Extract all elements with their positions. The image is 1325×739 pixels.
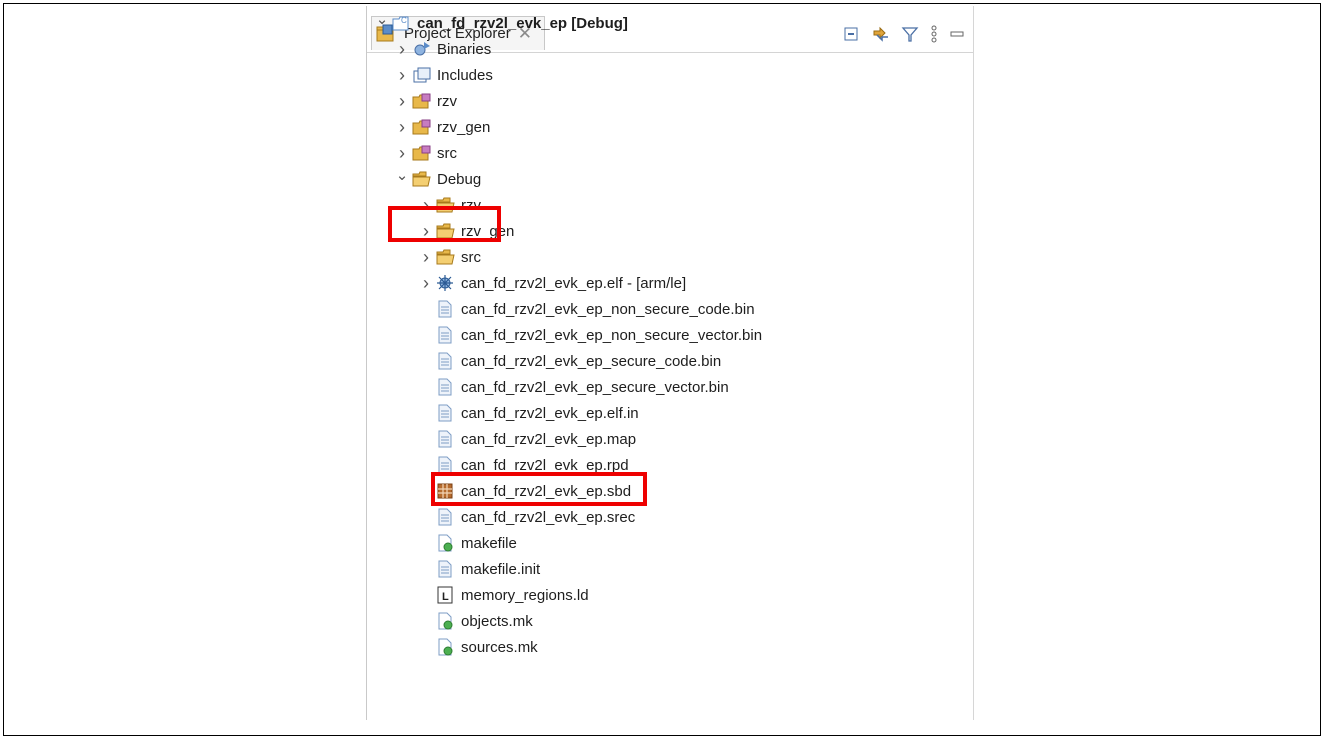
folder-icon <box>412 170 432 188</box>
tree-item[interactable]: makefile.init <box>419 556 540 582</box>
debug-folder-highlight <box>388 206 501 242</box>
collapse-all-icon[interactable] <box>843 25 861 48</box>
tree-item-label: Includes <box>437 66 493 84</box>
file-icon <box>436 508 456 526</box>
source-folder-icon <box>412 92 432 110</box>
tree-item[interactable]: › rzv <box>395 88 457 114</box>
makefile-icon <box>436 638 456 656</box>
tree-item-label: Debug <box>437 170 482 188</box>
chevron-down-icon[interactable]: ⌄ <box>375 10 389 28</box>
tree-item-project[interactable]: ⌄ Ccan_fd_rzv2l_evk_ep [Debug] <box>375 10 628 36</box>
tree-item-label: can_fd_rzv2l_evk_ep_non_secure_vector.bi… <box>461 326 763 344</box>
tree-item-label: can_fd_rzv2l_evk_ep_non_secure_code.bin <box>461 300 755 318</box>
tree-item[interactable]: › src <box>395 140 457 166</box>
map-file-highlight <box>431 472 647 506</box>
tree-item[interactable]: › src <box>419 244 481 270</box>
chevron-down-icon[interactable]: ⌄ <box>395 166 409 184</box>
filter-icon[interactable] <box>901 25 919 48</box>
tree-item-label: objects.mk <box>461 612 533 630</box>
file-icon <box>436 430 456 448</box>
project-icon: C <box>392 14 412 32</box>
tree-item[interactable]: can_fd_rzv2l_evk_ep_secure_vector.bin <box>419 374 729 400</box>
tree-item[interactable]: › can_fd_rzv2l_evk_ep.elf - [arm/le] <box>419 270 686 296</box>
tree-item-label: can_fd_rzv2l_evk_ep [Debug] <box>417 14 628 32</box>
tree-item-label: can_fd_rzv2l_evk_ep.elf.in <box>461 404 639 422</box>
file-icon <box>436 326 456 344</box>
makefile-icon <box>436 534 456 552</box>
folder-icon <box>436 248 456 266</box>
minimize-icon[interactable] <box>949 26 965 47</box>
tree-item[interactable]: can_fd_rzv2l_evk_ep.srec <box>419 504 635 530</box>
file-icon <box>436 560 456 578</box>
tree-item[interactable]: can_fd_rzv2l_evk_ep_secure_code.bin <box>419 348 721 374</box>
tree-item[interactable]: can_fd_rzv2l_evk_ep.map <box>419 426 636 452</box>
binaries-icon <box>412 40 432 58</box>
elf-binary-icon <box>436 274 456 292</box>
tree-item-label: can_fd_rzv2l_evk_ep_secure_vector.bin <box>461 378 729 396</box>
source-folder-icon <box>412 118 432 136</box>
tree-item[interactable]: can_fd_rzv2l_evk_ep_non_secure_code.bin <box>419 296 755 322</box>
chevron-right-icon[interactable]: › <box>395 65 409 86</box>
file-icon <box>436 404 456 422</box>
tree-item-debug-folder[interactable]: ⌄ Debug <box>395 166 482 192</box>
chevron-right-icon[interactable]: › <box>419 247 433 268</box>
project-explorer-panel: Project Explorer ✕ ⌄ Ccan_fd_rzv2l_evk_ep… <box>366 6 974 720</box>
view-menu-icon[interactable] <box>929 24 939 49</box>
file-icon <box>436 378 456 396</box>
tree-item-label: can_fd_rzv2l_evk_ep.map <box>461 430 637 448</box>
chevron-right-icon[interactable]: › <box>395 117 409 138</box>
tree-item[interactable]: makefile <box>419 530 517 556</box>
chevron-right-icon[interactable]: › <box>395 143 409 164</box>
tree-item[interactable]: › Binaries <box>395 36 491 62</box>
tree-item-label: makefile <box>461 534 517 552</box>
tree-item-label: can_fd_rzv2l_evk_ep.rpd <box>461 456 629 474</box>
tree-item-label: rzv <box>437 92 457 110</box>
tree-item[interactable]: can_fd_rzv2l_evk_ep_non_secure_vector.bi… <box>419 322 762 348</box>
svg-text:C: C <box>401 16 407 25</box>
chevron-right-icon[interactable]: › <box>395 39 409 60</box>
tree-item[interactable]: › rzv_gen <box>395 114 490 140</box>
tree-item-label: can_fd_rzv2l_evk_ep.elf - [arm/le] <box>461 274 687 292</box>
linker-script-icon: L <box>436 586 456 604</box>
svg-text:L: L <box>442 591 449 603</box>
includes-icon <box>412 66 432 84</box>
file-icon <box>436 300 456 318</box>
makefile-icon <box>436 612 456 630</box>
file-icon <box>436 352 456 370</box>
tree-item[interactable]: objects.mk <box>419 608 533 634</box>
tree-item-label: src <box>461 248 481 266</box>
tree-item-label: Binaries <box>437 40 492 58</box>
view-toolbar <box>843 24 965 49</box>
chevron-right-icon[interactable]: › <box>395 91 409 112</box>
tree-item[interactable]: Lmemory_regions.ld <box>419 582 589 608</box>
tree-item-label: rzv_gen <box>437 118 491 136</box>
chevron-right-icon[interactable]: › <box>419 273 433 294</box>
source-folder-icon <box>412 144 432 162</box>
tree-item-label: can_fd_rzv2l_evk_ep_secure_code.bin <box>461 352 722 370</box>
tree-item-label: memory_regions.ld <box>461 586 589 604</box>
tree-item-label: can_fd_rzv2l_evk_ep.srec <box>461 508 636 526</box>
tree-item-label: sources.mk <box>461 638 538 656</box>
tree-item[interactable]: can_fd_rzv2l_evk_ep.elf.in <box>419 400 639 426</box>
tree-item-label: makefile.init <box>461 560 541 578</box>
link-with-editor-icon[interactable] <box>871 25 891 48</box>
tree-item-label: src <box>437 144 457 162</box>
tree-item[interactable]: sources.mk <box>419 634 538 660</box>
tree-item[interactable]: › Includes <box>395 62 493 88</box>
